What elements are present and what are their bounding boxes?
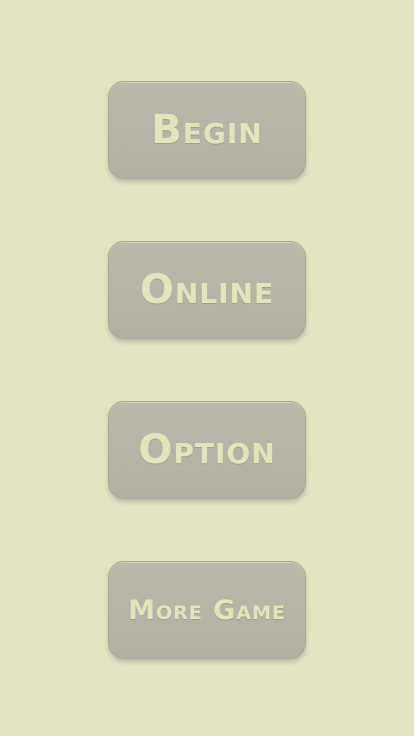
main-menu: Begin Online Option More Game (0, 0, 414, 736)
online-button[interactable]: Online (108, 241, 306, 339)
begin-button[interactable]: Begin (108, 81, 306, 179)
online-button-label: Online (139, 267, 275, 313)
begin-button-label: Begin (151, 107, 263, 153)
more-game-button-label: More Game (128, 594, 286, 626)
option-button[interactable]: Option (108, 401, 306, 499)
more-game-button[interactable]: More Game (108, 561, 306, 659)
option-button-label: Option (138, 427, 276, 473)
